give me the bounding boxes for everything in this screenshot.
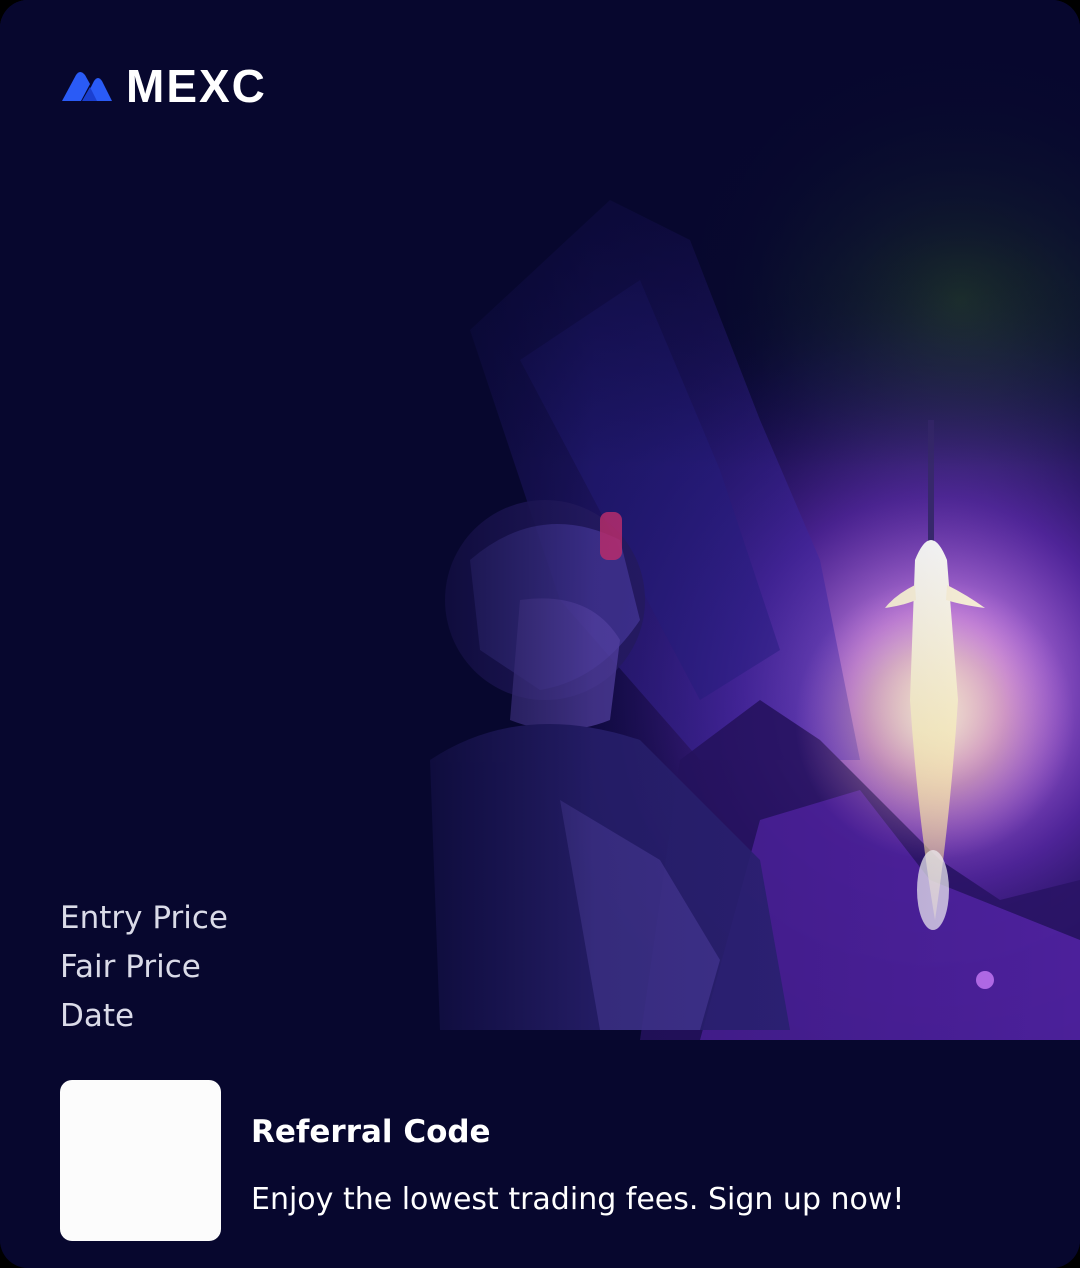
referral-tagline: Enjoy the lowest trading fees. Sign up n… [251,1182,905,1217]
stat-row-date: Date [60,991,312,1040]
stat-label: Fair Price [60,948,201,985]
referral-code-title: Referral Code [251,1114,491,1150]
brand-name: MEXC [126,60,267,112]
share-card: MEXC Entry Price Fair Price Date Referra… [0,0,1080,1268]
stat-label: Date [60,997,135,1034]
brand-logo: MEXC [60,60,267,112]
hero-artwork [0,0,1080,1040]
qr-code-icon [60,1080,221,1241]
position-stats: Entry Price Fair Price Date [60,893,312,1040]
stat-row-fair-price: Fair Price [60,942,312,991]
mexc-logo-icon [62,72,112,101]
stat-row-entry-price: Entry Price [60,893,312,942]
stat-label: Entry Price [60,899,228,936]
